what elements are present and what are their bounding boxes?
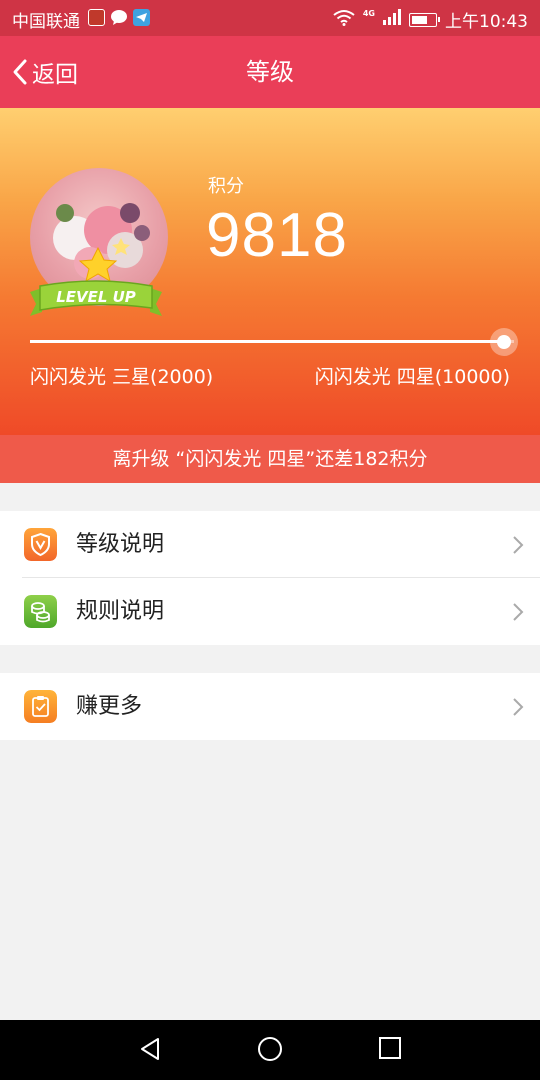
wifi-icon xyxy=(333,9,355,31)
status-bar: 中国联通 4G 上午10:43 xyxy=(0,0,540,36)
clipboard-check-icon xyxy=(24,690,57,723)
level-up-banner: LEVEL UP xyxy=(30,280,162,316)
menu-item-label: 赚更多 xyxy=(76,694,143,719)
level-header: LEVEL UP 积分 9818 闪闪发光 三星(2000) 闪闪发光 四星(1… xyxy=(0,108,540,435)
current-level-label: 闪闪发光 三星(2000) xyxy=(30,366,214,388)
level-up-text: LEVEL UP xyxy=(56,288,136,306)
points-value: 9818 xyxy=(206,201,348,270)
upgrade-message: 离升级 “闪闪发光 四星”还差182积分 xyxy=(0,435,540,483)
progress-knob xyxy=(490,328,519,356)
notification-icons xyxy=(88,9,150,30)
nav-home-button[interactable] xyxy=(257,1036,283,1062)
coins-icon xyxy=(24,595,57,628)
menu-group-info: 等级说明 规则说明 xyxy=(0,511,540,645)
telegram-icon xyxy=(133,9,150,26)
network-type: 4G xyxy=(362,9,375,18)
chevron-right-icon xyxy=(513,536,524,554)
page-title: 等级 xyxy=(246,58,294,86)
nav-back-button[interactable] xyxy=(138,1036,162,1062)
carrier-name: 中国联通 xyxy=(12,12,80,32)
menu-item-rules-description[interactable]: 规则说明 xyxy=(0,578,540,645)
menu-group-earn: 赚更多 xyxy=(0,673,540,740)
status-right: 4G 上午10:43 xyxy=(333,7,528,32)
next-level-label: 闪闪发光 四星(10000) xyxy=(314,366,510,388)
system-nav-bar xyxy=(0,1020,540,1080)
menu-item-label: 等级说明 xyxy=(76,532,165,557)
chevron-right-icon xyxy=(513,603,524,621)
level-progress-bar xyxy=(30,340,514,343)
chevron-right-icon xyxy=(513,698,524,716)
menu-item-label: 规则说明 xyxy=(76,599,165,624)
app-notification-icon xyxy=(88,9,105,26)
message-icon xyxy=(110,9,128,30)
signal-icon xyxy=(383,9,401,30)
menu-item-level-description[interactable]: 等级说明 xyxy=(0,511,540,578)
title-bar: 返回 等级 xyxy=(0,36,540,108)
status-time: 上午10:43 xyxy=(445,12,528,32)
menu-item-earn-more[interactable]: 赚更多 xyxy=(0,673,540,740)
battery-icon xyxy=(409,12,440,27)
nav-recents-button[interactable] xyxy=(378,1036,402,1060)
points-label: 积分 xyxy=(208,176,244,197)
shield-v-icon xyxy=(24,528,57,561)
progress-fill xyxy=(30,340,505,343)
